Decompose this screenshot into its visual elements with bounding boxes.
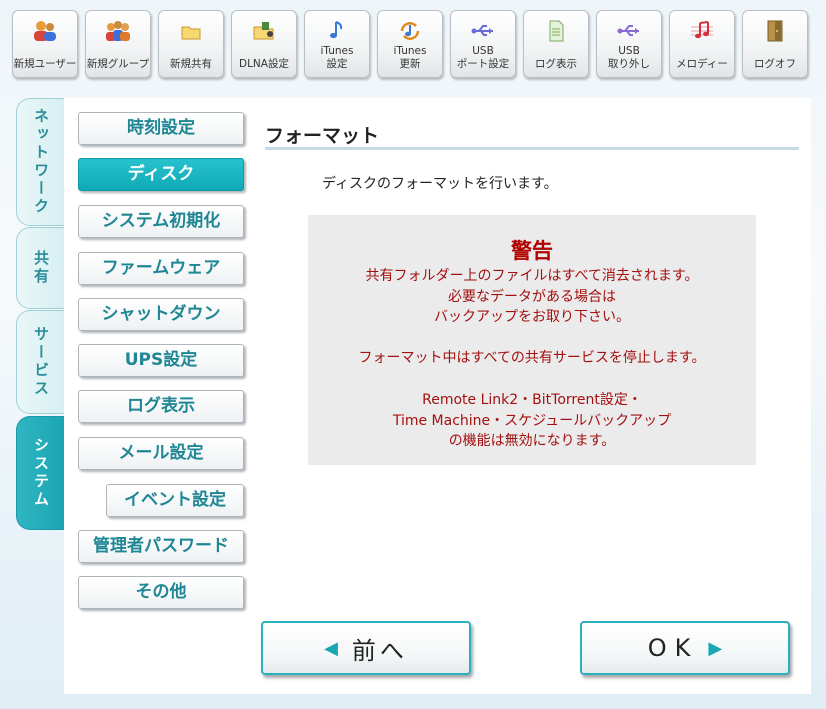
menu-other[interactable]: その他 bbox=[78, 576, 244, 609]
warning-line: の機能は無効になります。 bbox=[448, 433, 616, 449]
media-folder-icon bbox=[253, 22, 274, 40]
warning-box: 警告 共有フォルダー上のファイルはすべて消去されます。 必要なデータがある場合は… bbox=[308, 215, 756, 465]
warning-title: 警告 bbox=[511, 239, 553, 263]
itunes-settings-button[interactable]: iTunes 設定 bbox=[304, 10, 370, 78]
new-user-button[interactable]: 新規ユーザー bbox=[12, 10, 78, 78]
melody-button[interactable]: メロディー bbox=[669, 10, 735, 78]
warning-line: 必要なデータがある場合は bbox=[448, 289, 616, 305]
group-icon bbox=[106, 21, 130, 41]
chevron-left-icon: ◀ bbox=[324, 637, 338, 659]
tab-share[interactable]: 共有 bbox=[16, 227, 66, 309]
menu-firmware[interactable]: ファームウェア bbox=[78, 252, 244, 285]
melody-icon bbox=[691, 21, 713, 39]
users-icon bbox=[34, 21, 56, 41]
warning-line: Time Machine・スケジュールバックアップ bbox=[392, 413, 672, 429]
tab-service[interactable]: サービス bbox=[16, 310, 66, 414]
menu-shutdown[interactable]: シャットダウン bbox=[78, 298, 244, 331]
new-share-button[interactable]: 新規共有 bbox=[158, 10, 224, 78]
dlna-settings-button[interactable]: DLNA設定 bbox=[231, 10, 297, 78]
ok-button[interactable]: OK ▶ bbox=[580, 621, 790, 675]
usb-port-settings-button[interactable]: USB ポート設定 bbox=[450, 10, 516, 78]
warning-line: フォーマット中はすべての共有サービスを停止します。 bbox=[358, 350, 706, 366]
menu-log-view[interactable]: ログ表示 bbox=[78, 390, 244, 423]
new-group-button[interactable]: 新規グループ bbox=[85, 10, 151, 78]
usb-eject-button[interactable]: USB 取り外し bbox=[596, 10, 662, 78]
menu-mail-settings[interactable]: メール設定 bbox=[78, 437, 244, 470]
page-title: フォーマット bbox=[265, 125, 380, 147]
log-view-button[interactable]: ログ表示 bbox=[523, 10, 589, 78]
menu-system-init[interactable]: システム初期化 bbox=[78, 205, 244, 238]
logoff-button[interactable]: ログオフ bbox=[742, 10, 808, 78]
menu-disk[interactable]: ディスク bbox=[78, 158, 244, 191]
warning-line: 共有フォルダー上のファイルはすべて消去されます。 bbox=[365, 268, 699, 284]
folder-icon bbox=[181, 26, 201, 40]
prev-button[interactable]: ◀ 前へ bbox=[261, 621, 471, 675]
music-note-icon bbox=[330, 21, 343, 39]
chevron-right-icon: ▶ bbox=[708, 637, 723, 659]
menu-admin-password[interactable]: 管理者パスワード bbox=[78, 530, 244, 563]
tab-network[interactable]: ネットワーク bbox=[16, 98, 66, 226]
warning-line: バックアップをお取り下さい。 bbox=[434, 309, 630, 325]
usb-icon bbox=[617, 25, 639, 36]
door-icon bbox=[767, 20, 783, 42]
title-divider bbox=[265, 147, 799, 150]
usb-icon bbox=[471, 25, 493, 36]
music-refresh-icon bbox=[400, 22, 420, 40]
tab-system[interactable]: システム bbox=[16, 416, 66, 530]
warning-line: Remote Link2・BitTorrent設定・ bbox=[422, 392, 642, 408]
menu-ups-settings[interactable]: UPS設定 bbox=[78, 344, 244, 377]
menu-time-settings[interactable]: 時刻設定 bbox=[78, 112, 244, 145]
page-description: ディスクのフォーマットを行います。 bbox=[322, 176, 558, 192]
menu-event-settings[interactable]: イベント設定 bbox=[106, 484, 244, 517]
document-icon bbox=[549, 20, 564, 42]
itunes-update-button[interactable]: iTunes 更新 bbox=[377, 10, 443, 78]
